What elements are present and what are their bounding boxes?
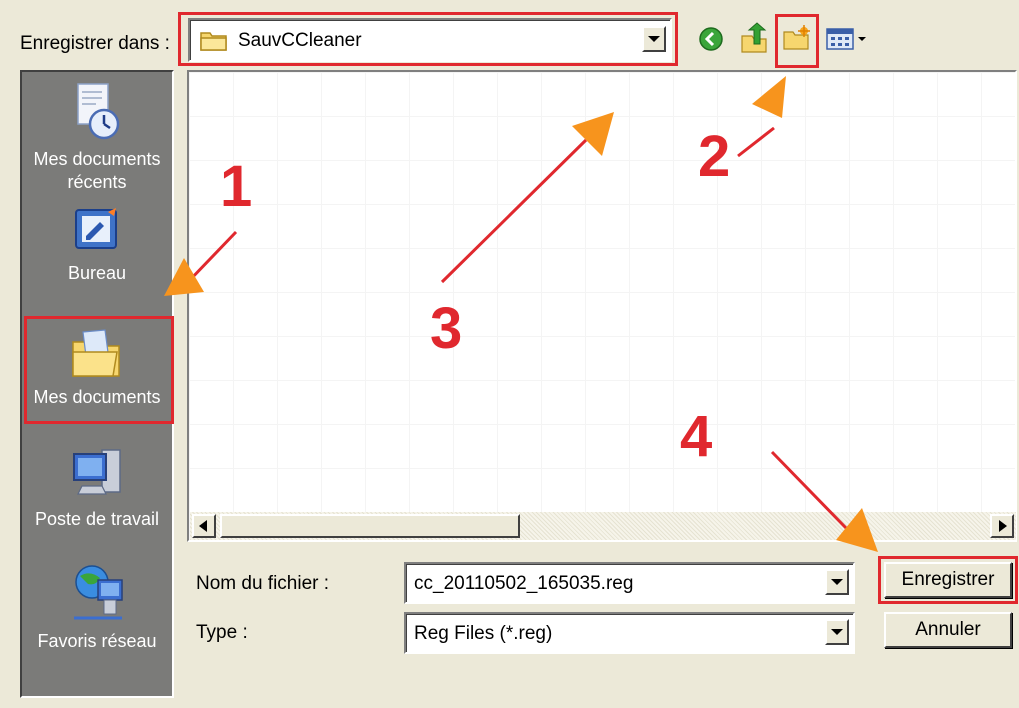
annotation-number-2: 2 xyxy=(698,124,731,189)
arrow-2-head xyxy=(752,76,786,118)
arrow-4-head xyxy=(836,508,878,552)
arrow-3-line xyxy=(440,138,588,284)
arrow-2-line xyxy=(737,126,775,158)
annotation-number-1: 1 xyxy=(220,154,253,219)
annotation-arrows xyxy=(164,76,878,552)
annotation-number-4: 4 xyxy=(680,404,713,469)
arrow-1-line xyxy=(186,230,238,284)
arrow-4-line xyxy=(770,450,848,530)
arrow-1-head xyxy=(164,258,204,296)
annotation-number-3: 3 xyxy=(430,296,463,361)
